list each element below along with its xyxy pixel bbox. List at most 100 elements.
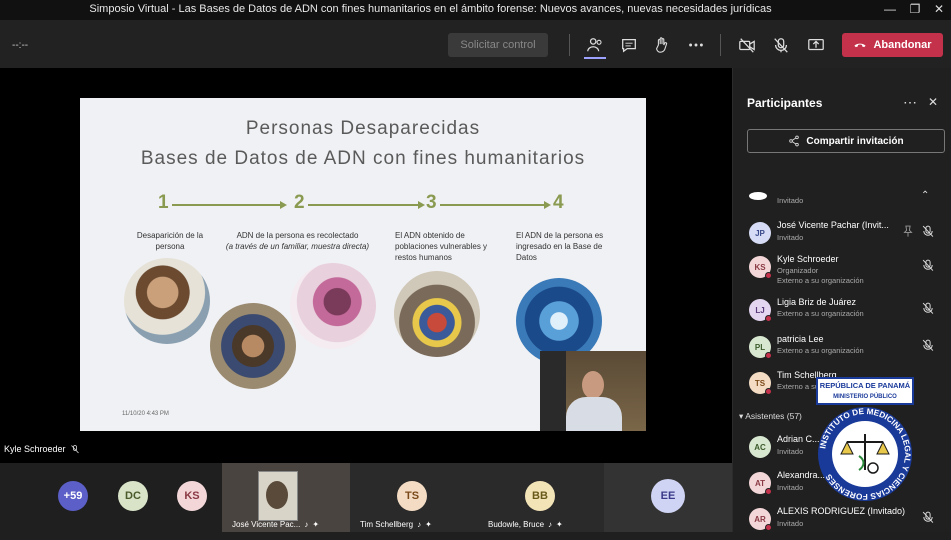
step-1-text: Desaparición de la persona bbox=[136, 231, 204, 251]
self-view-tile[interactable]: EE bbox=[604, 463, 732, 532]
mic-off-icon[interactable] bbox=[921, 258, 935, 272]
participant-gallery: +59 DC KS José Vicente Pac... ♪ ✦ TS Tim… bbox=[0, 463, 732, 532]
chat-icon[interactable] bbox=[617, 33, 641, 57]
participant-name: José Vicente Pachar (Invit... bbox=[777, 220, 889, 230]
status-indicator bbox=[765, 388, 772, 395]
share-invite-label: Compartir invitación bbox=[806, 135, 904, 147]
avatar-dc[interactable]: DC bbox=[118, 481, 148, 511]
window-title: Simposio Virtual - Las Bases de Datos de… bbox=[89, 3, 772, 15]
participant-role: Organizador bbox=[777, 266, 819, 275]
avatar-ts: TS bbox=[397, 481, 427, 511]
participant-row[interactable]: LJ Ligia Briz de Juárez Externo a su org… bbox=[733, 295, 951, 331]
attendee-avatar: AC bbox=[749, 436, 771, 458]
mic-off-icon bbox=[70, 445, 79, 454]
avatar-initials: BB bbox=[532, 490, 548, 502]
avatar-initials: KS bbox=[184, 490, 200, 502]
close-icon[interactable]: ✕ bbox=[928, 95, 938, 109]
phone-hangup-icon bbox=[854, 43, 867, 48]
status-indicator bbox=[765, 315, 772, 322]
slide-date: 11/10/20 4:43 PM bbox=[122, 411, 169, 417]
step-2-number: 2 bbox=[294, 192, 305, 213]
participant-org: Externo a su organización bbox=[777, 346, 864, 355]
video-tile-jose[interactable]: José Vicente Pac... ♪ ✦ bbox=[222, 463, 350, 532]
mic-off-icon[interactable] bbox=[921, 338, 935, 352]
tile-name-label: José Vicente Pac... ♪ ✦ bbox=[232, 520, 319, 529]
mic-off-icon[interactable] bbox=[921, 510, 935, 524]
toolbar-divider bbox=[569, 34, 570, 56]
meeting-timer: --:-- bbox=[12, 40, 29, 51]
step-arrow bbox=[308, 204, 418, 206]
mic-off-icon[interactable] bbox=[921, 301, 935, 315]
participant-row[interactable]: KS Kyle Schroeder Organizador Externo a … bbox=[733, 252, 951, 288]
presenter-doorframe bbox=[540, 351, 566, 431]
family-photo bbox=[210, 303, 296, 389]
participant-row[interactable]: PL patricia Lee Externo a su organizació… bbox=[733, 332, 951, 368]
step-2-note: (a través de un familiar, muestra direct… bbox=[225, 242, 370, 251]
presenter-shirt bbox=[566, 397, 622, 431]
pin-icon[interactable] bbox=[901, 224, 915, 238]
tile-participant-name: Tim Schellberg bbox=[360, 520, 414, 529]
attendee-name: ALEXIS RODRIGUEZ (Invitado) bbox=[777, 506, 906, 516]
mic-off-icon[interactable] bbox=[921, 224, 935, 238]
slide-title-line1: Personas Desaparecidas bbox=[245, 118, 481, 139]
mic-off-icon: ♪ bbox=[548, 520, 553, 529]
attendee-name: Adrian C... bbox=[777, 434, 820, 444]
overflow-count-avatar[interactable]: +59 bbox=[58, 481, 88, 511]
partial-row-sub: Invitado bbox=[777, 196, 804, 205]
close-icon[interactable]: ✕ bbox=[929, 2, 949, 18]
status-indicator bbox=[765, 272, 772, 279]
overflow-count: +59 bbox=[63, 490, 83, 502]
avatar-bb: BB bbox=[525, 481, 555, 511]
step-arrow-head bbox=[544, 201, 551, 209]
share-screen-icon[interactable] bbox=[804, 33, 828, 57]
tile-name-label: Tim Schellberg ♪ ✦ bbox=[360, 520, 432, 529]
participant-org: Externo a su organización bbox=[777, 276, 864, 285]
leave-button[interactable]: Abandonar bbox=[842, 33, 943, 57]
pin-icon: ✦ bbox=[312, 520, 320, 529]
attendees-section-header[interactable]: ▾ Asistentes (57) bbox=[739, 411, 802, 422]
avatar-ks[interactable]: KS bbox=[177, 481, 207, 511]
raise-hand-icon[interactable] bbox=[650, 33, 674, 57]
meeting-toolbar: --:-- Solicitar control Abandonar bbox=[0, 20, 951, 68]
seal-top-text: REPÚBLICA DE PANAMÁ bbox=[820, 381, 911, 390]
participant-name: Ligia Briz de Juárez bbox=[777, 297, 857, 307]
share-invite-button[interactable]: Compartir invitación bbox=[747, 129, 945, 153]
mic-off-icon[interactable] bbox=[769, 33, 793, 57]
presenter-video[interactable] bbox=[540, 351, 646, 431]
missing-child-photo bbox=[124, 258, 210, 344]
toolbar-divider bbox=[720, 34, 721, 56]
tile-participant-name: José Vicente Pac... bbox=[232, 520, 301, 529]
seal-sub-text: MINISTERIO PÚBLICO bbox=[833, 393, 897, 400]
more-options-icon[interactable]: ⋯ bbox=[903, 94, 917, 111]
attendee-row[interactable]: AR ALEXIS RODRIGUEZ (Invitado) Invitado bbox=[733, 504, 951, 540]
chevron-down-icon: ▾ bbox=[739, 411, 744, 421]
restore-icon[interactable]: ❐ bbox=[905, 2, 925, 18]
participant-row[interactable]: JP José Vicente Pachar (Invit... Invitad… bbox=[733, 218, 951, 254]
minimize-icon[interactable]: — bbox=[880, 2, 900, 18]
status-indicator bbox=[765, 488, 772, 495]
avatar-initials: TS bbox=[404, 490, 420, 502]
step-4-text: El ADN de la persona es ingresado en la … bbox=[516, 231, 604, 262]
participant-avatar: JP bbox=[749, 222, 771, 244]
attendee-role: Invitado bbox=[777, 483, 804, 492]
video-tile-tim[interactable]: TS Tim Schellberg ♪ ✦ bbox=[350, 463, 478, 532]
stage-presenter-name: Kyle Schroeder bbox=[4, 444, 66, 454]
participants-icon[interactable] bbox=[583, 33, 607, 57]
video-tile-bruce[interactable]: BB Budowle, Bruce ♪ ✦ bbox=[478, 463, 604, 532]
share-icon bbox=[789, 135, 800, 147]
step-2-text: ADN de la persona es recolectado (a trav… bbox=[220, 230, 375, 252]
step-arrow bbox=[172, 204, 280, 206]
presenter-face bbox=[582, 371, 604, 399]
more-options-icon[interactable] bbox=[684, 33, 708, 57]
camera-off-icon[interactable] bbox=[735, 33, 759, 57]
avatar-initials: EE bbox=[660, 490, 676, 502]
step-arrow-head bbox=[418, 201, 425, 209]
step-4-number: 4 bbox=[553, 192, 564, 213]
attendees-header-label: Asistentes (57) bbox=[745, 411, 802, 421]
step-arrow bbox=[440, 204, 544, 206]
step-1-number: 1 bbox=[158, 192, 169, 213]
request-control-button[interactable]: Solicitar control bbox=[448, 33, 548, 57]
participants-active-indicator bbox=[584, 57, 606, 59]
chevron-up-icon[interactable]: ⌃ bbox=[921, 190, 929, 201]
tile-person-silhouette bbox=[266, 481, 288, 509]
